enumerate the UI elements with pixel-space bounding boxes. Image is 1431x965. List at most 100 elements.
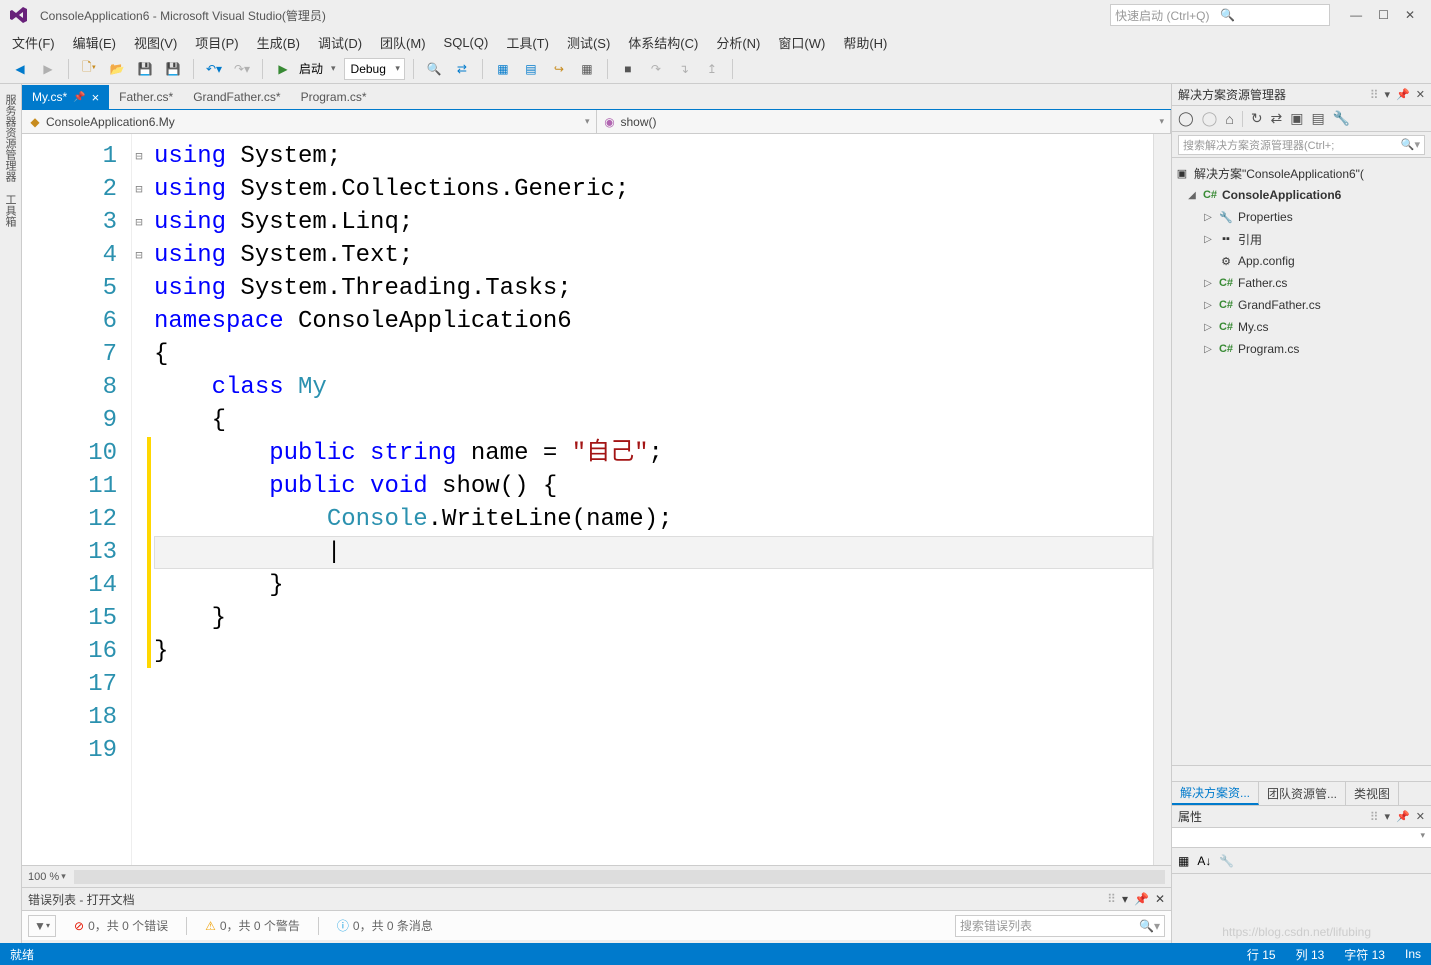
csharp-project-icon: C# (1202, 187, 1218, 203)
property-pages-icon[interactable]: 🔧 (1219, 854, 1234, 868)
menu-视图[interactable]: 视图(V) (134, 33, 177, 52)
config-combo[interactable]: Debug (344, 58, 405, 80)
menu-生成[interactable]: 生成(B) (257, 33, 300, 52)
pin-icon[interactable]: 📌 (1396, 810, 1410, 823)
save-all-button[interactable]: 💾 (161, 57, 185, 81)
close-panel-icon[interactable]: ✕ (1155, 892, 1165, 906)
back-icon[interactable]: ◯ (1178, 110, 1194, 127)
menu-调试[interactable]: 调试(D) (318, 33, 362, 52)
menu-团队[interactable]: 团队(M) (380, 33, 426, 52)
doc-tab-GrandFathercs[interactable]: GrandFather.cs* (183, 85, 290, 109)
sync-icon[interactable]: ⇄ (1271, 110, 1283, 127)
close-button[interactable]: ✕ (1405, 8, 1415, 22)
vs-logo-icon (6, 5, 32, 25)
tool-icon-1[interactable]: ▦ (491, 57, 515, 81)
find-in-files-icon[interactable]: 🔍 (422, 57, 446, 81)
vertical-scrollbar[interactable] (1153, 134, 1171, 865)
tool-icon-3[interactable]: ↪ (547, 57, 571, 81)
tab-team-explorer[interactable]: 团队资源管... (1259, 782, 1346, 805)
menu-窗口[interactable]: 窗口(W) (778, 33, 825, 52)
properties-object-combo[interactable] (1172, 828, 1431, 848)
expand-icon[interactable]: ▷ (1202, 300, 1214, 311)
expand-icon[interactable]: ▷ (1202, 344, 1214, 355)
home-icon[interactable]: ⌂ (1225, 111, 1233, 127)
menu-帮助[interactable]: 帮助(H) (843, 33, 887, 52)
properties-icon[interactable]: 🔧 (1333, 110, 1350, 127)
document-tabs: My.cs*📌×Father.cs*GrandFather.cs*Program… (22, 84, 1171, 110)
editor-footer: 100 %▾ (22, 865, 1171, 887)
close-tab-icon[interactable]: × (92, 90, 100, 105)
maximize-button[interactable]: ☐ (1378, 8, 1389, 22)
step-icon-3[interactable]: ↥ (700, 57, 724, 81)
tab-class-view[interactable]: 类视图 (1346, 782, 1399, 805)
breadcrumb-class[interactable]: ◆ ConsoleApplication6.My (22, 110, 597, 133)
quick-launch-input[interactable]: 快速启动 (Ctrl+Q) 🔍 (1110, 4, 1330, 26)
show-all-icon[interactable]: ▤ (1312, 110, 1325, 127)
close-icon[interactable]: ✕ (1416, 810, 1425, 823)
menubar: 文件(F) 编辑(E) 视图(V) 项目(P) 生成(B) 调试(D) 团队(M) SQL(Q… (0, 30, 1431, 54)
open-button[interactable]: 📂 (105, 57, 129, 81)
expand-icon[interactable]: ▷ (1202, 278, 1214, 289)
redo-button[interactable]: ↷▾ (230, 57, 254, 81)
save-button[interactable]: 💾 (133, 57, 157, 81)
refresh-icon[interactable]: ↻ (1251, 110, 1263, 127)
start-debug-button[interactable]: ▶ (271, 57, 295, 81)
step-icon-2[interactable]: ↴ (672, 57, 696, 81)
filter-button[interactable]: ▼▾ (28, 915, 56, 937)
pin-icon[interactable]: 📌 (1396, 88, 1410, 101)
window-position-icon[interactable]: ▾ (1385, 810, 1391, 823)
code-editor[interactable]: 12345678910111213141516171819 ⊟⊟⊟⊟ using… (22, 134, 1171, 865)
doc-tab-Programcs[interactable]: Program.cs* (291, 85, 377, 109)
solution-toolbar: ◯ ◯ ⌂ ↻ ⇄ ▣ ▤ 🔧 (1172, 106, 1431, 132)
undo-button[interactable]: ↶▾ (202, 57, 226, 81)
nav-fwd-button[interactable]: ▶ (36, 57, 60, 81)
solution-tree[interactable]: ▣解决方案"ConsoleApplication6"( ◢C#ConsoleAp… (1172, 158, 1431, 765)
errors-count[interactable]: ⊘0，共 0 个错误 (66, 917, 176, 934)
menu-分析[interactable]: 分析(N) (716, 33, 760, 52)
doc-tab-Mycs[interactable]: My.cs*📌× (22, 85, 109, 109)
tool-icon-4[interactable]: ▦ (575, 57, 599, 81)
start-label[interactable]: 启动 (299, 60, 323, 77)
new-project-button[interactable]: 🗋▾ (77, 57, 101, 81)
menu-项目[interactable]: 项目(P) (195, 33, 238, 52)
menu-工具[interactable]: 工具(T) (506, 33, 549, 52)
close-icon[interactable]: ✕ (1416, 88, 1425, 101)
warnings-count[interactable]: ⚠0，共 0 个警告 (197, 917, 308, 934)
minimize-button[interactable]: ― (1350, 8, 1362, 22)
comment-icon[interactable]: ⇄ (450, 57, 474, 81)
expand-icon[interactable]: ◢ (1186, 190, 1198, 201)
menu-编辑[interactable]: 编辑(E) (73, 33, 116, 52)
breadcrumb-member[interactable]: ◉ show() (597, 110, 1172, 133)
solution-search-input[interactable]: 搜索解决方案资源管理器(Ctrl+;🔍▾ (1178, 135, 1425, 155)
menu-测试[interactable]: 测试(S) (567, 33, 610, 52)
window-position-icon[interactable]: ▾ (1385, 88, 1391, 101)
menu-体系结构[interactable]: 体系结构(C) (628, 33, 698, 52)
doc-tab-Fathercs[interactable]: Father.cs* (109, 85, 183, 109)
toolbox-tab[interactable]: 工具箱 (0, 188, 21, 233)
fwd-icon[interactable]: ◯ (1202, 110, 1218, 127)
step-icon-1[interactable]: ↷ (644, 57, 668, 81)
tab-solution-explorer[interactable]: 解决方案资... (1172, 782, 1259, 805)
menu-SQL[interactable]: SQL(Q) (444, 35, 489, 50)
categorized-icon[interactable]: ▦ (1178, 854, 1189, 868)
pin-icon[interactable]: 📌 (73, 92, 85, 103)
properties-header: 属性 ⠿ ▾ 📌 ✕ (1172, 806, 1431, 828)
menu-文件[interactable]: 文件(F) (12, 33, 55, 52)
nav-back-button[interactable]: ◀ (8, 57, 32, 81)
collapse-icon[interactable]: ▣ (1290, 110, 1303, 127)
alphabetical-icon[interactable]: A↓ (1197, 854, 1211, 868)
expand-icon[interactable]: ▷ (1202, 212, 1214, 223)
pin-icon[interactable]: 📌 (1134, 892, 1149, 906)
server-explorer-tab[interactable]: 服务器资源管理器 (0, 88, 21, 188)
tool-icon-2[interactable]: ▤ (519, 57, 543, 81)
error-search-input[interactable]: 搜索错误列表🔍▾ (955, 915, 1165, 937)
tree-horizontal-scrollbar[interactable] (1172, 765, 1431, 781)
zoom-level[interactable]: 100 % (28, 871, 59, 883)
horizontal-scrollbar[interactable] (74, 870, 1165, 884)
messages-count[interactable]: ⓘ0，共 0 条消息 (329, 917, 441, 934)
window-position-icon[interactable]: ▾ (1122, 892, 1128, 906)
grip-icon: ⠿ (1370, 88, 1379, 102)
expand-icon[interactable]: ▷ (1202, 234, 1214, 245)
stop-icon[interactable]: ■ (616, 57, 640, 81)
expand-icon[interactable]: ▷ (1202, 322, 1214, 333)
